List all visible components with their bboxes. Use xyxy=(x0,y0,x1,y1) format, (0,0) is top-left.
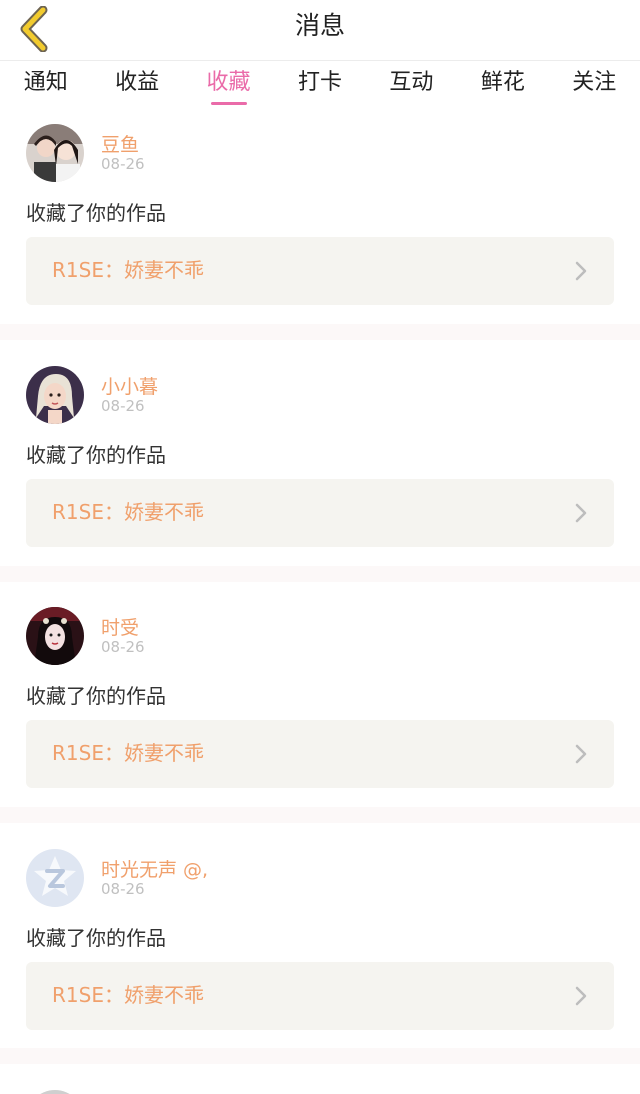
page-title: 消息 xyxy=(294,11,345,40)
list-item xyxy=(0,1064,640,1094)
list-item: 豆鱼 08-26 收藏了你的作品 R1SE：娇妻不乖 xyxy=(0,124,640,322)
list-item: 小小暮 08-26 收藏了你的作品 R1SE：娇妻不乖 xyxy=(0,366,640,564)
chevron-right-icon xyxy=(575,744,587,764)
chevron-right-icon xyxy=(575,986,587,1006)
default-avatar-icon xyxy=(26,849,84,907)
avatar[interactable] xyxy=(26,1090,84,1094)
timestamp: 08-26 xyxy=(101,880,145,898)
tab-label: 收益 xyxy=(115,70,160,95)
chevron-left-icon xyxy=(20,6,48,52)
tab-flowers[interactable]: 鲜花 xyxy=(457,61,548,113)
user-name[interactable]: 小小暮 xyxy=(101,372,158,399)
work-title: R1SE：娇妻不乖 xyxy=(52,983,204,1007)
avatar[interactable] xyxy=(26,849,84,907)
tab-following[interactable]: 关注 xyxy=(549,61,640,113)
work-title: R1SE：娇妻不乖 xyxy=(52,741,204,765)
timestamp: 08-26 xyxy=(101,155,145,173)
tab-label: 打卡 xyxy=(297,70,342,95)
tab-label: 通知 xyxy=(23,70,68,95)
tab-indicator xyxy=(210,102,247,105)
work-link[interactable]: R1SE：娇妻不乖 xyxy=(26,962,614,1030)
tab-label: 鲜花 xyxy=(480,70,525,95)
timestamp: 08-26 xyxy=(101,397,145,415)
notification-text: 收藏了你的作品 xyxy=(26,926,166,950)
tab-favorites[interactable]: 收藏 xyxy=(183,61,274,113)
divider xyxy=(0,324,640,340)
notification-text: 收藏了你的作品 xyxy=(26,201,166,225)
tab-label: 互动 xyxy=(389,70,434,95)
divider xyxy=(0,807,640,823)
tab-notice[interactable]: 通知 xyxy=(0,61,91,113)
avatar[interactable] xyxy=(26,366,84,424)
work-title: R1SE：娇妻不乖 xyxy=(52,500,204,524)
divider xyxy=(0,566,640,582)
tab-interaction[interactable]: 互动 xyxy=(366,61,457,113)
tab-label: 收藏 xyxy=(206,70,251,95)
avatar-illustration-icon xyxy=(26,366,84,424)
work-link[interactable]: R1SE：娇妻不乖 xyxy=(26,237,614,305)
chevron-right-icon xyxy=(575,503,587,523)
tab-checkin[interactable]: 打卡 xyxy=(274,61,365,113)
tab-bar: 通知 收益 收藏 打卡 互动 鲜花 关注 xyxy=(0,61,640,113)
list-item: 时光无声 @, 08-26 收藏了你的作品 R1SE：娇妻不乖 xyxy=(0,849,640,1047)
work-title: R1SE：娇妻不乖 xyxy=(52,258,204,282)
user-name[interactable]: 时光无声 @, xyxy=(101,855,208,882)
timestamp: 08-26 xyxy=(101,638,145,656)
notification-text: 收藏了你的作品 xyxy=(26,443,166,467)
avatar[interactable] xyxy=(26,124,84,182)
tab-label: 关注 xyxy=(572,70,617,95)
chevron-right-icon xyxy=(575,261,587,281)
back-button[interactable] xyxy=(14,4,54,54)
avatar-photo-icon xyxy=(26,124,84,182)
user-name[interactable]: 豆鱼 xyxy=(101,130,139,157)
divider xyxy=(0,1048,640,1064)
notification-text: 收藏了你的作品 xyxy=(26,684,166,708)
top-bar: 消息 xyxy=(0,0,640,61)
avatar-photo-icon xyxy=(26,607,84,665)
list-item: 时受 08-26 收藏了你的作品 R1SE：娇妻不乖 xyxy=(0,607,640,805)
work-link[interactable]: R1SE：娇妻不乖 xyxy=(26,479,614,547)
user-name[interactable]: 时受 xyxy=(101,613,139,640)
work-link[interactable]: R1SE：娇妻不乖 xyxy=(26,720,614,788)
avatar[interactable] xyxy=(26,607,84,665)
tab-earnings[interactable]: 收益 xyxy=(91,61,182,113)
